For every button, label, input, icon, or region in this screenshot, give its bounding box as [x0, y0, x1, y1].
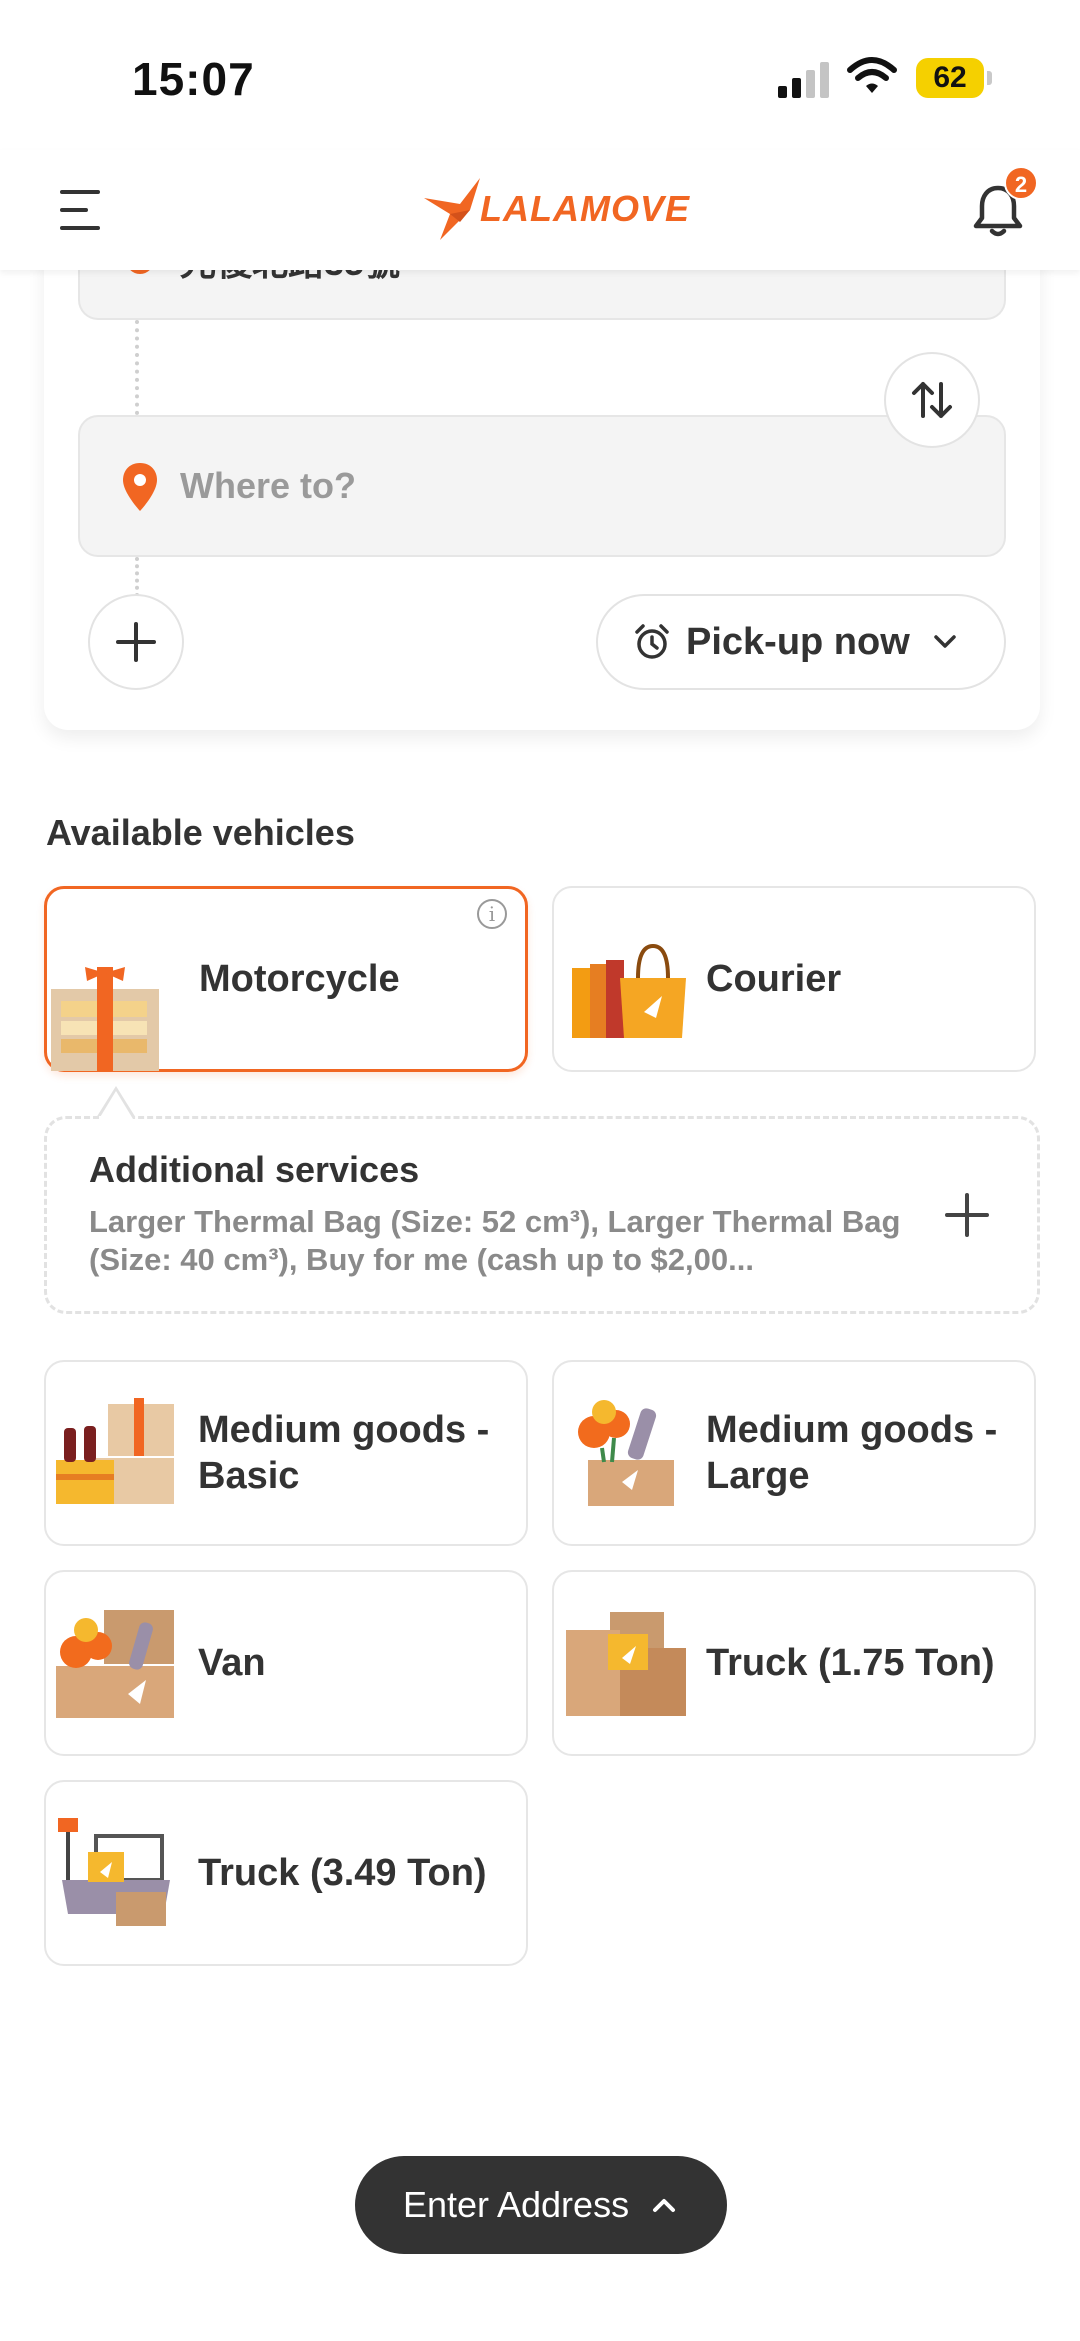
vehicle-label: Truck (3.49 Ton) [198, 1852, 487, 1894]
vehicle-option-motorcycle[interactable]: Motorcycle i [44, 886, 528, 1072]
pickup-time-label: Pick-up now [686, 620, 910, 663]
chevron-up-icon [653, 2199, 676, 2212]
app-header: LALAMOVE 2 [0, 150, 1080, 270]
pickup-time-dropdown[interactable]: Pick-up now [596, 594, 1006, 690]
menu-icon-line [60, 208, 88, 212]
notification-badge: 2 [1004, 166, 1038, 200]
vehicle-option-truck-3-49-ton[interactable]: Truck (3.49 Ton) [44, 1780, 528, 1966]
additional-services-panel[interactable]: Additional services Larger Thermal Bag (… [44, 1116, 1040, 1314]
swap-addresses-button[interactable] [884, 352, 980, 448]
vehicle-option-truck-1-75-ton[interactable]: Truck (1.75 Ton) [552, 1570, 1036, 1756]
available-vehicles-title: Available vehicles [46, 812, 355, 853]
vehicle-option-courier[interactable]: Courier [552, 886, 1036, 1072]
chevron-down-icon [934, 635, 956, 648]
cellular-signal-icon [778, 62, 829, 98]
courier-bag-icon [572, 943, 686, 1038]
vehicle-label: Courier [706, 958, 842, 1000]
menu-icon-line [60, 226, 100, 230]
truck-boxes-icon [566, 1612, 686, 1716]
truck-furniture-icon [58, 1818, 170, 1926]
route-connector [135, 320, 139, 415]
add-stop-button[interactable] [88, 594, 184, 690]
van-boxes-icon [56, 1610, 174, 1718]
dropoff-placeholder: Where to? [180, 465, 356, 506]
dropoff-address-field[interactable]: Where to? [78, 415, 1006, 557]
vehicle-option-medium-goods-basic[interactable]: Medium goods - Basic [44, 1360, 528, 1546]
enter-address-button[interactable]: Enter Address [355, 2156, 727, 2254]
vehicle-label: Van [198, 1642, 266, 1684]
enter-address-label: Enter Address [402, 2184, 630, 2225]
add-service-plus-icon[interactable] [943, 1191, 991, 1239]
vehicle-option-medium-goods-large[interactable]: Medium goods - Large [552, 1360, 1036, 1546]
motorcycle-gift-box-icon [51, 967, 159, 1071]
status-bar: 15:07 62 [0, 0, 1080, 150]
battery-tip [987, 71, 992, 85]
vehicle-label: Medium goods - Basic [198, 1409, 490, 1497]
vehicle-option-van[interactable]: Van [44, 1570, 528, 1756]
addon-pointer-fill [99, 1091, 133, 1119]
wifi-icon [847, 57, 897, 93]
battery-level: 62 [916, 58, 984, 98]
vehicle-label: Motorcycle [199, 958, 400, 1000]
medium-goods-flowers-box-icon [578, 1400, 674, 1506]
menu-button[interactable] [56, 186, 104, 234]
logo-text: LALAMOVE [480, 188, 690, 229]
vehicle-label: Medium goods - Large [706, 1409, 998, 1497]
additional-services-title: Additional services [89, 1149, 420, 1190]
alarm-clock-icon [635, 624, 669, 659]
vehicle-label: Truck (1.75 Ton) [706, 1642, 995, 1684]
medium-goods-crates-icon [56, 1398, 174, 1504]
plus-icon [116, 622, 156, 662]
additional-services-description: Larger Thermal Bag (Size: 52 cm³), Large… [89, 1204, 901, 1277]
swap-arrows-icon [912, 382, 952, 418]
status-time: 15:07 [132, 53, 255, 105]
lalamove-logo: LALAMOVE [420, 176, 689, 242]
menu-icon-line [60, 190, 100, 194]
route-card: 光復北路35號 Where to? Pick-up now [44, 210, 1040, 730]
battery-indicator: 62 [916, 58, 992, 98]
route-connector [135, 557, 139, 597]
info-icon[interactable]: i [477, 899, 507, 929]
location-pin-icon [123, 463, 157, 511]
